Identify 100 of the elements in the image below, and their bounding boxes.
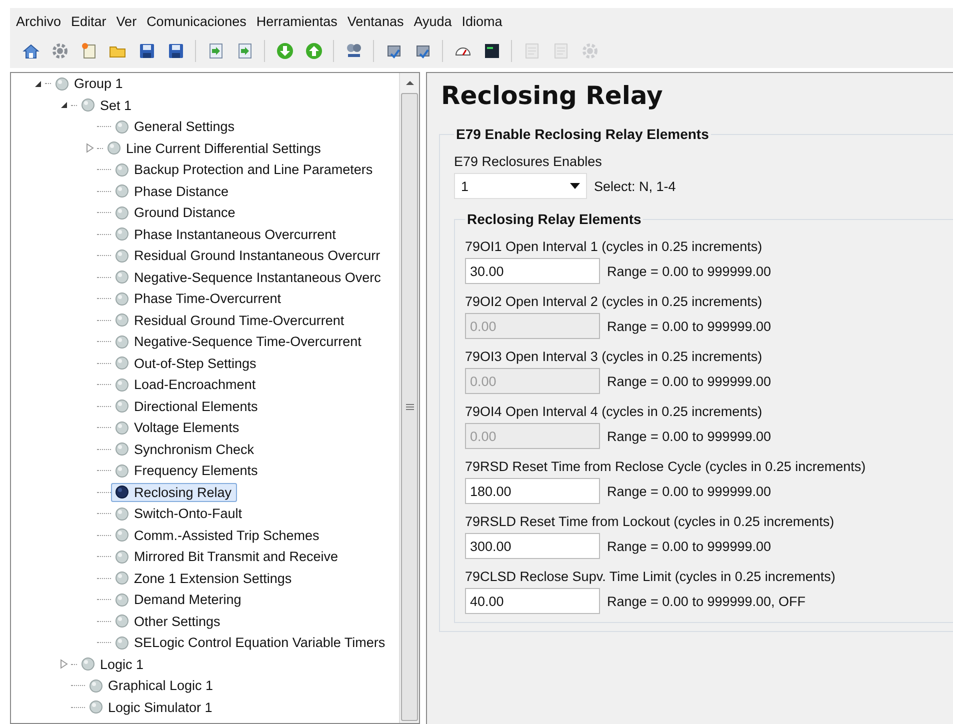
- tree-item[interactable]: Line Current Differential Settings: [103, 138, 326, 158]
- status-dot-icon: [115, 227, 129, 242]
- collapse-arrow-icon[interactable]: [33, 78, 43, 89]
- tree-item[interactable]: Frequency Elements: [111, 461, 263, 480]
- tree-item[interactable]: Phase Distance: [111, 182, 234, 201]
- status-dot-icon: [115, 485, 129, 500]
- field-label: 79OI4 Open Interval 4 (cycles in 0.25 increments): [465, 404, 764, 419]
- tree-item[interactable]: Reclosing Relay: [111, 482, 237, 502]
- input-field[interactable]: 30.00: [465, 258, 600, 284]
- menu-item[interactable]: Ventanas: [341, 14, 408, 28]
- up-icon: [304, 42, 322, 60]
- tree-item[interactable]: Comm.-Assisted Trip Schemes: [111, 526, 324, 545]
- status-dot-icon: [115, 420, 129, 435]
- menu-item[interactable]: Idioma: [456, 14, 506, 28]
- tree-item[interactable]: Backup Protection and Line Parameters: [111, 160, 378, 180]
- range-hint: Range = 0.00 to 999999.00: [607, 484, 772, 498]
- tree-item[interactable]: Load-Encroachment: [111, 375, 261, 394]
- tree-item[interactable]: Negative-Sequence Time-Overcurrent: [111, 332, 366, 352]
- status-dot-icon: [55, 76, 69, 91]
- expand-arrow-icon[interactable]: [85, 143, 95, 154]
- tree-item[interactable]: Synchronism Check: [111, 440, 260, 459]
- status-dot-icon: [115, 399, 129, 414]
- tree-item[interactable]: Negative-Sequence Instantaneous Overc: [111, 268, 386, 287]
- input-field[interactable]: 180.00: [465, 478, 600, 504]
- tree-item[interactable]: SELogic Control Equation Variable Timers: [111, 633, 390, 652]
- range-hint: Range = 0.00 to 999999.00: [607, 318, 772, 334]
- range-hint: Range = 0.00 to 999999.00, OFF: [607, 594, 806, 608]
- status-dot-icon: [115, 356, 129, 370]
- field-label: 79OI2 Open Interval 2 (cycles in 0.25 increments): [465, 294, 764, 309]
- menu-item[interactable]: Herramientas: [250, 14, 342, 28]
- tree-item[interactable]: Phase Time-Overcurrent: [111, 289, 286, 308]
- saveall-icon: [166, 42, 184, 60]
- tree-item[interactable]: Ground Distance: [111, 203, 240, 222]
- save-icon: [138, 42, 156, 60]
- home-icon: [22, 42, 40, 60]
- status-dot-icon: [107, 141, 121, 156]
- field-label: 79OI1 Open Interval 1 (cycles in 0.25 increments): [465, 239, 764, 254]
- menu-item[interactable]: Editar: [65, 14, 110, 28]
- field-label: 79RSLD Reset Time from Lockout (cycles in 0.25 increments): [465, 514, 836, 529]
- expand-arrow-icon[interactable]: [59, 659, 69, 670]
- doc-icon: [552, 42, 570, 60]
- menu-item[interactable]: Comunicaciones: [140, 14, 250, 28]
- tree-item[interactable]: Residual Ground Instantaneous Overcurr: [111, 246, 386, 266]
- range-hint: Range = 0.00 to 999999.00: [607, 428, 772, 444]
- status-dot-icon: [115, 571, 129, 586]
- menu-item[interactable]: Archivo: [10, 14, 66, 28]
- status-dot-icon: [115, 270, 129, 284]
- status-dot-icon: [115, 592, 129, 607]
- range-hint: Select: N, 1-4: [594, 178, 676, 194]
- range-hint: Range = 0.00 to 999999.00: [607, 538, 772, 554]
- screen-icon: [482, 42, 500, 60]
- status-dot-icon: [115, 248, 129, 263]
- status-dot-icon: [115, 184, 129, 198]
- tree-item[interactable]: Voltage Elements: [111, 418, 244, 438]
- status-dot-icon: [115, 162, 129, 177]
- menu-item[interactable]: Ayuda: [408, 14, 456, 28]
- menu-item[interactable]: Ver: [110, 14, 141, 28]
- status-dot-icon: [115, 550, 129, 564]
- tree-item[interactable]: Phase Instantaneous Overcurrent: [111, 224, 341, 244]
- tree-item[interactable]: Graphical Logic 1: [85, 676, 218, 696]
- tree-item[interactable]: Out-of-Step Settings: [111, 354, 262, 373]
- export-icon: [236, 42, 254, 60]
- group-title: E79 Enable Reclosing Relay Elements: [455, 126, 710, 142]
- status-dot-icon: [115, 464, 129, 478]
- dropdown[interactable]: 1: [454, 173, 587, 199]
- status-dot-icon: [89, 678, 103, 693]
- input-field[interactable]: 40.00: [465, 588, 600, 614]
- scrollbar[interactable]: [399, 73, 419, 723]
- tree-item[interactable]: Directional Elements: [111, 396, 263, 416]
- field-label: E79 Reclosures Enables: [454, 154, 603, 169]
- scroll-up-arrow-icon[interactable]: [404, 79, 414, 87]
- scroll-thumb[interactable]: [401, 93, 418, 721]
- tree-item[interactable]: Demand Metering: [111, 590, 246, 610]
- down-icon: [276, 42, 294, 60]
- status-dot-icon: [115, 120, 129, 134]
- status-dot-icon: [115, 636, 129, 650]
- status-dot-icon: [115, 206, 129, 220]
- tree-item[interactable]: Group 1: [51, 74, 128, 94]
- tree-item[interactable]: Switch-Onto-Fault: [111, 504, 248, 524]
- field-label: 79RSD Reset Time from Reclose Cycle (cycles in 0.25 increments): [465, 459, 867, 474]
- tree-item[interactable]: Logic 1: [77, 654, 149, 674]
- status-dot-icon: [115, 334, 129, 349]
- page-title: Reclosing Relay: [441, 81, 664, 110]
- tree-item[interactable]: General Settings: [111, 117, 240, 136]
- tree-item[interactable]: Residual Ground Time-Overcurrent: [111, 310, 350, 330]
- field-label: 79CLSD Reclose Supv. Time Limit (cycles in 0.25 increments): [465, 569, 836, 584]
- status-dot-icon: [81, 657, 95, 672]
- status-dot-icon: [89, 700, 103, 714]
- status-dot-icon: [115, 442, 129, 456]
- gear-icon: [50, 42, 68, 60]
- newdoc-icon: [80, 42, 98, 60]
- import-icon: [206, 42, 224, 60]
- cog-icon: [580, 42, 598, 60]
- tree-item[interactable]: Zone 1 Extension Settings: [111, 568, 297, 588]
- tree-item[interactable]: Set 1: [77, 96, 137, 115]
- tree-item[interactable]: Logic Simulator 1: [85, 698, 218, 717]
- tree-item[interactable]: Mirrored Bit Transmit and Receive: [111, 547, 344, 566]
- collapse-arrow-icon[interactable]: [59, 100, 69, 110]
- tree-item[interactable]: Other Settings: [111, 612, 226, 631]
- input-field[interactable]: 300.00: [465, 533, 600, 559]
